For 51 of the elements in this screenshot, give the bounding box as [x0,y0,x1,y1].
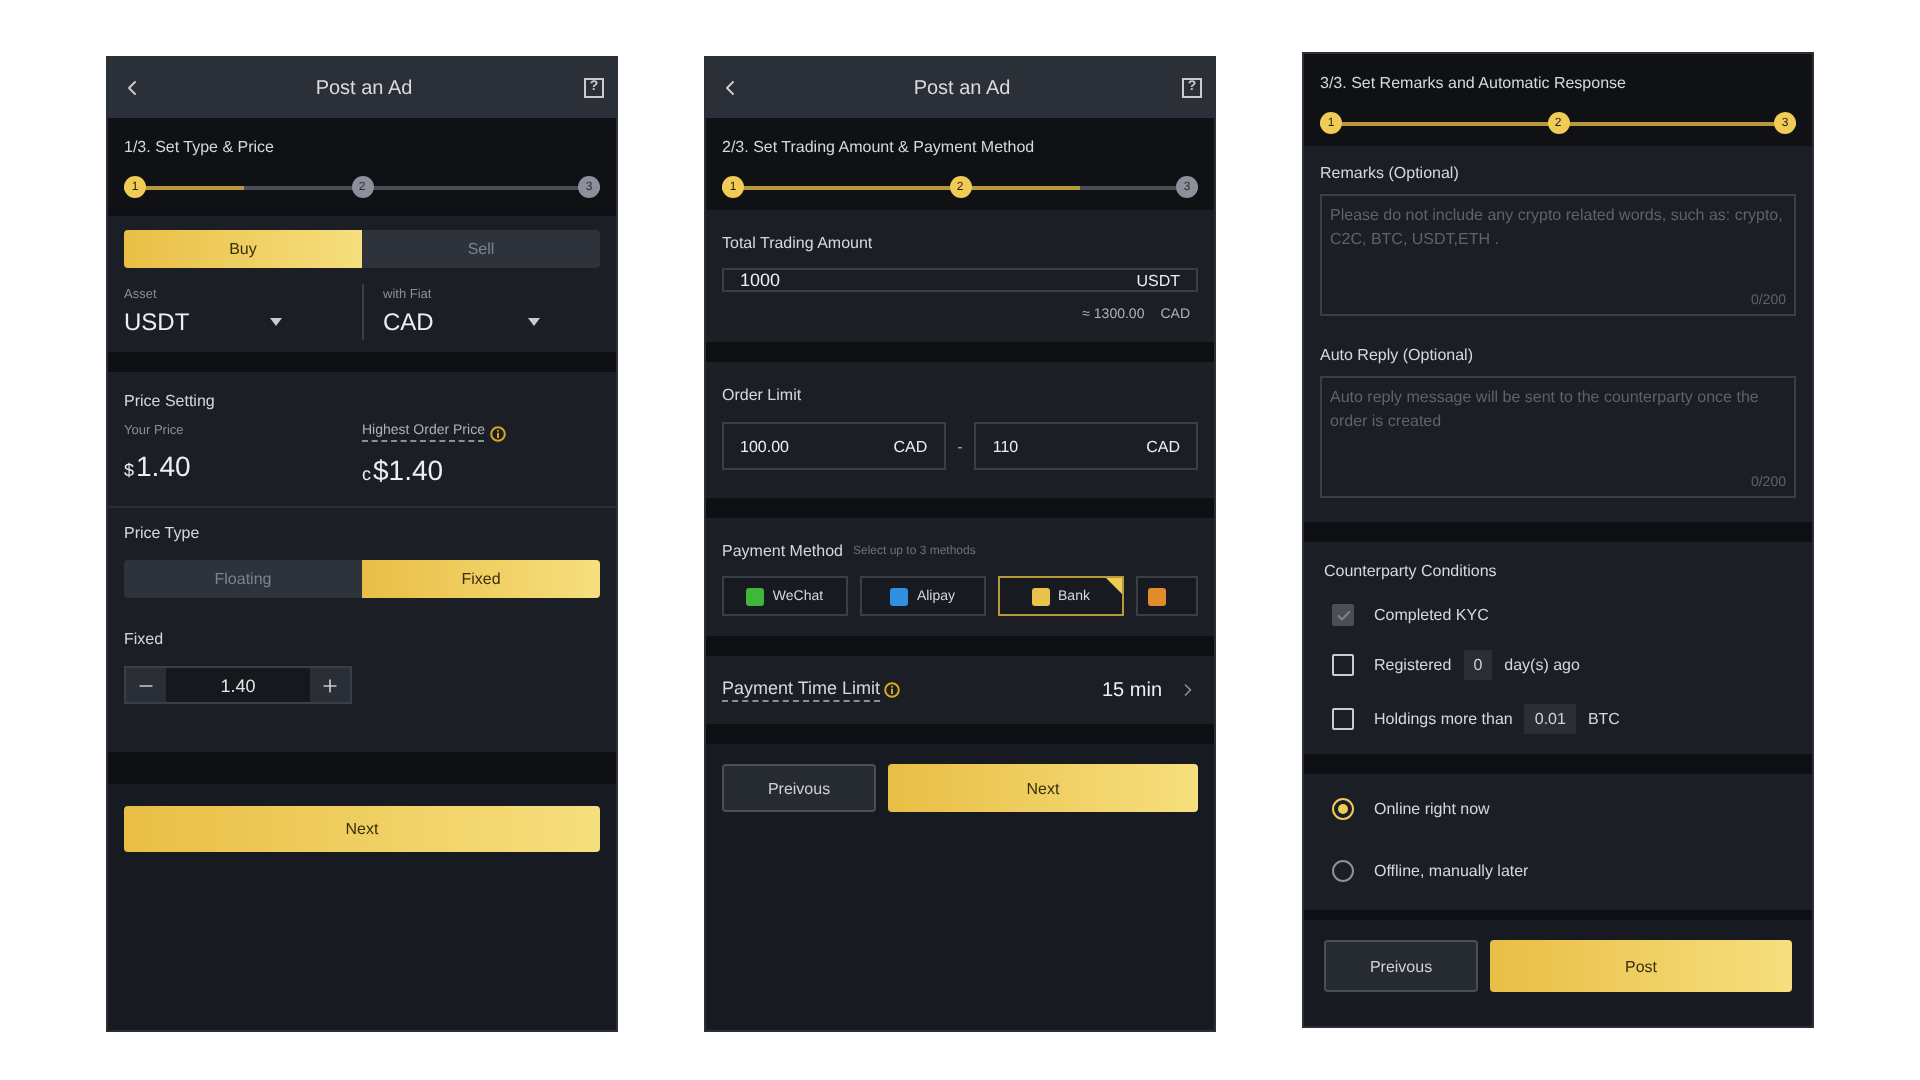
header-title: Post an Ad [315,77,413,99]
amount-field[interactable]: 1000 USDT [722,268,1198,292]
fiat-dropdown[interactable]: CAD [383,308,600,336]
section-title: Price Type [124,524,202,542]
caret-icon [528,318,540,326]
condition-label: day(s) ago [1504,656,1580,674]
info-icon[interactable] [884,682,901,698]
field-label: Auto Reply (Optional) [1320,346,1475,364]
min-limit-field[interactable]: 100.00 CAD [722,422,946,470]
step-title: 3/3. Set Remarks and Automatic Response [1320,74,1628,92]
radio-label: Offline, manually later [1374,862,1529,880]
condition-input[interactable]: 0 [1463,650,1493,680]
section-title: Payment Method [722,542,843,560]
radio-button[interactable] [1332,798,1354,820]
next-button[interactable]: Next [124,806,600,852]
field-label: Fixed [124,630,166,648]
unit-label: CAD [893,437,928,455]
time-limit-label: Payment Time Limit [722,678,881,702]
post-button[interactable]: Post [1490,940,1792,992]
radio-button[interactable] [1332,860,1354,882]
price-stepper[interactable]: 1.40 [124,666,352,704]
step-title: 1/3. Set Type & Price [124,138,277,156]
info-icon[interactable] [490,425,507,441]
section-title: Counterparty Conditions [1324,562,1499,580]
section-title: Price Setting [124,392,217,410]
condition-label: Completed KYC [1374,606,1489,624]
condition-input[interactable]: 0.01 [1524,704,1576,734]
previous-button[interactable]: Preivous [1324,940,1478,992]
condition-label: BTC [1587,710,1620,728]
radio-label: Online right now [1374,800,1490,818]
payment-method-chip[interactable] [1136,576,1198,616]
condition-label: Registered [1374,656,1452,674]
section-title: Order Limit [722,386,804,404]
condition-label: Holdings more than [1374,710,1513,728]
range-separator: - [957,437,963,455]
previous-button[interactable]: Preivous [722,764,876,812]
price-value: c$1.40 [362,454,446,486]
side-tab[interactable]: Buy [124,230,362,268]
header-title: Post an Ad [913,77,1011,99]
next-button[interactable]: Next [888,764,1198,812]
time-limit-value: 15 min [1101,679,1162,701]
max-limit-field[interactable]: 110 CAD [974,422,1199,470]
field-label: Remarks (Optional) [1320,164,1461,182]
step-title: 2/3. Set Trading Amount & Payment Method [722,138,1037,156]
unit-label: CAD [1146,437,1181,455]
unit-label: USDT [1136,271,1180,289]
price-value: $1.40 [124,450,193,482]
price-type-tab[interactable]: Fixed [362,560,600,598]
asset-dropdown[interactable]: USDT [124,308,341,336]
section-title: Total Trading Amount [722,234,875,252]
caret-icon [269,318,281,326]
